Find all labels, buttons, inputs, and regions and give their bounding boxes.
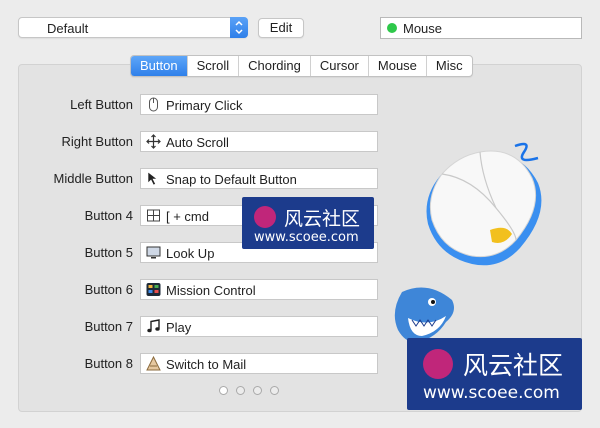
action-text: Primary Click bbox=[166, 98, 243, 113]
tab-mouse[interactable]: Mouse bbox=[367, 56, 426, 76]
action-text: Snap to Default Button bbox=[166, 172, 297, 187]
action-text: [ + cmd bbox=[166, 209, 209, 224]
profile-select-value: Default bbox=[47, 21, 89, 36]
tab-bar: Button Scroll Chording Cursor Mouse Misc bbox=[130, 55, 473, 77]
select-stepper-icon[interactable] bbox=[230, 17, 248, 38]
button-6-action[interactable]: Mission Control bbox=[140, 279, 378, 300]
page-dot[interactable] bbox=[270, 386, 279, 395]
action-text: Play bbox=[166, 320, 192, 335]
cursor-arrow-icon bbox=[147, 171, 158, 186]
button-7-label: Button 7 bbox=[84, 319, 133, 334]
mission-control-icon bbox=[146, 283, 161, 296]
music-note-icon bbox=[147, 319, 160, 333]
button-5-label: Button 5 bbox=[84, 245, 133, 260]
page-indicator bbox=[219, 386, 279, 395]
tab-misc[interactable]: Misc bbox=[425, 56, 472, 76]
page-dot[interactable] bbox=[253, 386, 262, 395]
edit-button[interactable]: Edit bbox=[258, 18, 304, 38]
watermark-url-text: www.scoee.com bbox=[423, 383, 560, 403]
tab-cursor[interactable]: Cursor bbox=[309, 56, 368, 76]
mouse-click-icon bbox=[149, 97, 158, 112]
keyboard-shortcut-icon bbox=[147, 209, 160, 222]
app-icon bbox=[146, 356, 161, 371]
device-indicator[interactable]: Mouse bbox=[380, 17, 582, 39]
right-button-action[interactable]: Auto Scroll bbox=[140, 131, 378, 152]
watermark-badge-large: 风云社区 www.scoee.com bbox=[407, 338, 582, 410]
status-dot-icon bbox=[387, 23, 397, 33]
watermark-url-text: www.scoee.com bbox=[254, 230, 359, 245]
watermark-cn-text: 风云社区 bbox=[463, 351, 564, 380]
action-text: Switch to Mail bbox=[166, 357, 247, 372]
tab-button[interactable]: Button bbox=[131, 56, 187, 76]
device-name: Mouse bbox=[403, 21, 443, 36]
monitor-icon bbox=[146, 246, 161, 259]
four-arrows-icon bbox=[146, 134, 161, 149]
button-6-label: Button 6 bbox=[84, 282, 133, 297]
mouse-illustration bbox=[426, 142, 542, 266]
action-text: Auto Scroll bbox=[166, 135, 229, 150]
page-dot[interactable] bbox=[219, 386, 228, 395]
watermark-logo-icon bbox=[254, 206, 276, 228]
left-button-action[interactable]: Primary Click bbox=[140, 94, 378, 115]
watermark-logo-icon bbox=[423, 349, 453, 379]
middle-button-label: Middle Button bbox=[53, 171, 134, 186]
profile-select[interactable]: Default bbox=[18, 17, 248, 38]
action-text: Look Up bbox=[166, 246, 215, 261]
button-8-label: Button 8 bbox=[84, 356, 133, 371]
action-text: Mission Control bbox=[166, 283, 256, 298]
button-4-label: Button 4 bbox=[84, 208, 133, 223]
left-button-label: Left Button bbox=[70, 97, 133, 112]
button-7-action[interactable]: Play bbox=[140, 316, 378, 337]
page-dot[interactable] bbox=[236, 386, 245, 395]
tab-scroll[interactable]: Scroll bbox=[186, 56, 239, 76]
right-button-label: Right Button bbox=[61, 134, 133, 149]
watermark-cn-text: 风云社区 bbox=[284, 208, 361, 230]
tab-chording[interactable]: Chording bbox=[238, 56, 310, 76]
middle-button-action[interactable]: Snap to Default Button bbox=[140, 168, 378, 189]
watermark-badge: 风云社区 www.scoee.com bbox=[242, 197, 374, 249]
button-8-action[interactable]: Switch to Mail bbox=[140, 353, 378, 374]
